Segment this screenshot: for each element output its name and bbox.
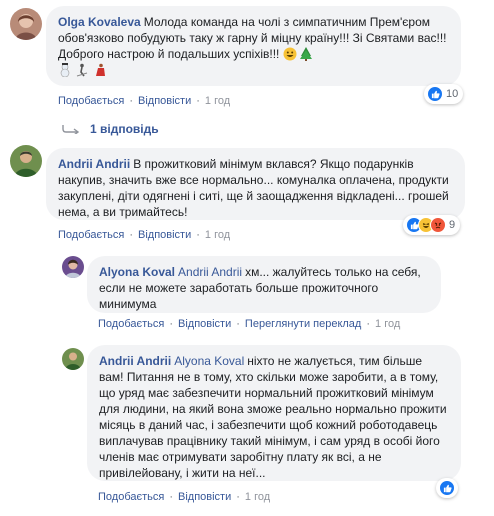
comment-actions-3: Подобається · Відповісти · Переглянути перек… [98, 318, 401, 330]
like-link[interactable]: Подобається [98, 491, 164, 503]
like-link[interactable]: Подобається [98, 318, 164, 330]
snowman-icon [60, 63, 70, 77]
timestamp[interactable]: 1 год [205, 229, 230, 241]
like-reaction-icon [427, 86, 443, 102]
comment-author[interactable]: Andrii Andrii [99, 354, 171, 368]
comment-bubble-3: Alyona Koval Andrii Andrii хм... жалуйтесь… [87, 256, 441, 313]
reply-link[interactable]: Відповісти [178, 491, 231, 503]
angry-reaction-icon [430, 217, 446, 233]
comment-actions-4: Подобається · Відповісти · 1 год [98, 491, 271, 503]
avatar-andrii-reply[interactable] [62, 348, 84, 370]
mention-link[interactable]: Andrii Andrii [178, 265, 242, 279]
reply-arrow-icon [62, 125, 80, 134]
reactions-count: 10 [446, 88, 459, 100]
comment-bubble-2: Andrii Andrii В прожитковий мінімум вклав… [46, 148, 465, 220]
like-reaction-icon [439, 480, 455, 496]
skier-icon [77, 63, 88, 77]
avatar-andrii[interactable] [10, 145, 42, 177]
see-translation-link[interactable]: Переглянути переклад [245, 318, 361, 330]
comment-actions-2: Подобається · Відповісти · 1 год [58, 229, 231, 241]
timestamp[interactable]: 1 год [245, 491, 270, 503]
timestamp[interactable]: 1 год [205, 95, 230, 107]
mention-link[interactable]: Alyona Koval [174, 354, 244, 368]
like-link[interactable]: Подобається [58, 229, 124, 241]
view-replies-link[interactable]: 1 відповідь [62, 122, 159, 136]
like-link[interactable]: Подобається [58, 95, 124, 107]
avatar-olga[interactable] [10, 8, 42, 40]
comment-actions-1: Подобається · Відповісти · 1 год [58, 95, 231, 107]
timestamp[interactable]: 1 год [375, 318, 400, 330]
reactions-count: 9 [449, 219, 456, 231]
reactions-summary-4[interactable] [436, 478, 458, 498]
reactions-summary-1[interactable]: 10 [424, 84, 464, 104]
comment-author[interactable]: Alyona Koval [99, 265, 175, 279]
comment-text: ніхто не жалується, тим більше вам! Пита… [99, 354, 447, 480]
comment-bubble-4: Andrii Andrii Alyona Koval ніхто не жалуєт… [87, 345, 461, 481]
comment-author[interactable]: Olga Kovaleva [58, 15, 141, 29]
reply-link[interactable]: Відповісти [138, 95, 191, 107]
replies-count-label[interactable]: 1 відповідь [90, 122, 159, 136]
avatar-alyona[interactable] [62, 256, 84, 278]
grinning-emoji-icon [283, 47, 297, 61]
comment-bubble-1: Olga Kovaleva Молода команда на чолі з си… [46, 6, 461, 86]
comment-author[interactable]: Andrii Andrii [58, 157, 130, 171]
reply-link[interactable]: Відповісти [138, 229, 191, 241]
reactions-summary-2[interactable]: 9 [403, 215, 461, 235]
dancer-icon [95, 63, 105, 76]
christmas-tree-icon [300, 47, 313, 61]
reply-link[interactable]: Відповісти [178, 318, 231, 330]
